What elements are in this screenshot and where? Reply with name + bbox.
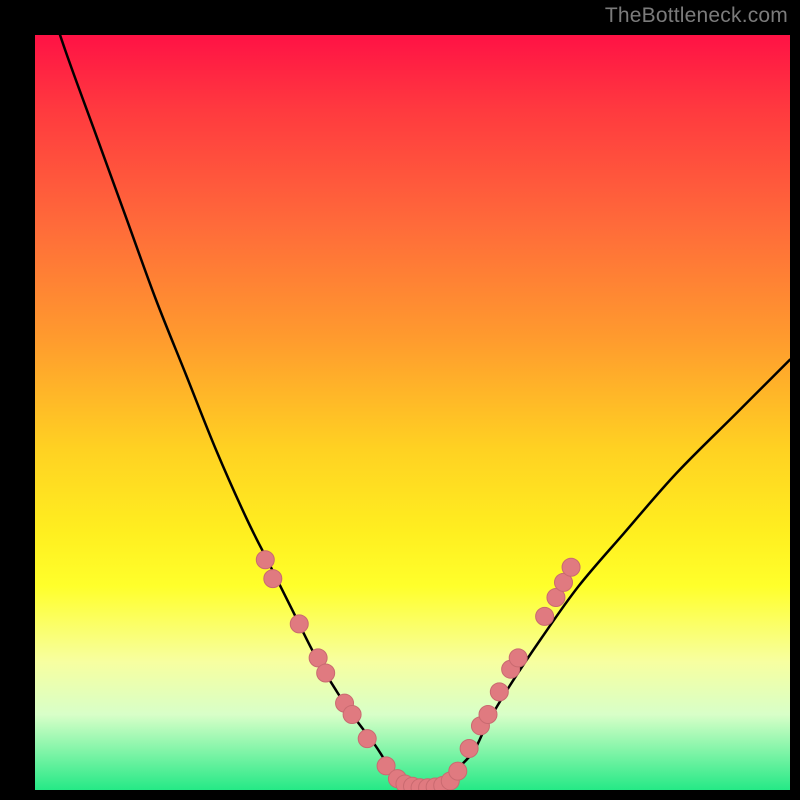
curve-marker	[264, 570, 282, 588]
curve-marker	[562, 558, 580, 576]
chart-frame: TheBottleneck.com	[0, 0, 800, 800]
curve-marker	[490, 683, 508, 701]
curve-marker	[290, 615, 308, 633]
curve-marker	[460, 739, 478, 757]
curve-marker	[536, 607, 554, 625]
curve-marker	[317, 664, 335, 682]
bottleneck-curve	[35, 35, 790, 788]
curve-markers	[256, 551, 580, 790]
curve-marker	[509, 649, 527, 667]
curve-marker	[358, 730, 376, 748]
curve-marker	[343, 706, 361, 724]
curve-marker	[256, 551, 274, 569]
curve-marker	[479, 706, 497, 724]
curve-marker	[449, 762, 467, 780]
watermark-text: TheBottleneck.com	[605, 4, 788, 28]
chart-overlay	[35, 35, 790, 790]
